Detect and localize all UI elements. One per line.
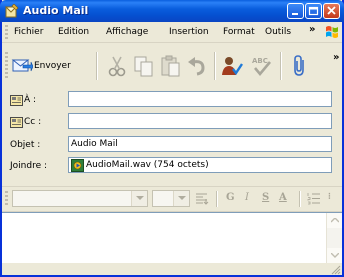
audio-file-icon [71,159,84,172]
status-bar [2,263,342,275]
subject-row: Objet : Audio Mail [2,135,342,155]
attach-icon[interactable] [288,54,312,78]
scroll-down-button[interactable] [327,248,342,263]
new-mail-icon [5,4,19,18]
toolbar-separator [280,52,282,80]
address-book-icon[interactable] [10,94,23,106]
attachment-name[interactable]: AudioMail.wav (754 octets) [86,160,209,170]
font-color-icon[interactable]: A [279,192,287,203]
send-button[interactable]: Envoyer [11,56,87,76]
underline-icon[interactable]: S [262,192,269,203]
copy-icon[interactable] [132,54,156,78]
cc-row: Cc : [2,112,342,132]
subject-field[interactable]: Audio Mail [68,136,332,152]
maximize-button[interactable] [305,3,322,19]
menu-bar: Fichier Edition Affichage Insertion Form… [2,22,342,43]
formatting-toolbar: G I S A ⁝ [2,186,342,212]
attach-field[interactable]: AudioMail.wav (754 octets) [68,157,332,173]
send-label: Envoyer [34,61,71,71]
font-size-combo[interactable] [152,190,190,207]
windows-logo-icon [326,26,338,38]
cc-field[interactable] [68,113,332,129]
spelling-icon[interactable]: ABC [250,54,274,78]
close-button[interactable] [323,3,340,19]
resize-grip-icon[interactable] [330,264,341,275]
font-size-dropdown[interactable] [173,191,189,206]
svg-text:ABC: ABC [252,57,268,65]
font-name-combo[interactable] [12,190,148,207]
address-book-icon[interactable] [10,116,23,128]
to-field[interactable] [68,91,332,107]
message-body[interactable] [2,212,342,264]
chevron-down-icon [331,253,339,258]
menu-overflow-chevron[interactable]: » [309,24,315,35]
paste-icon[interactable] [159,54,183,78]
formatting-separator [216,191,218,207]
subject-label: Objet : [10,140,41,150]
minimize-icon [292,13,298,15]
toolbar-separator [96,52,98,80]
to-label[interactable]: À : [24,95,36,105]
cc-label[interactable]: Cc : [24,117,41,127]
vertical-scrollbar[interactable] [326,213,342,263]
toolbar-grip[interactable] [5,52,8,78]
menu-insertion[interactable]: Insertion [169,27,209,37]
formatting-overflow-icon[interactable]: ⁝ [328,192,331,202]
maximize-icon [308,6,319,16]
menu-edition[interactable]: Edition [58,27,89,37]
formatting-separator [299,191,301,207]
check-names-icon[interactable] [220,54,244,78]
scroll-up-button[interactable] [327,213,342,228]
menu-affichage[interactable]: Affichage [106,27,148,37]
attach-label: Joindre : [10,161,48,171]
close-icon [327,6,336,15]
bold-icon[interactable]: G [226,192,235,203]
menu-outils[interactable]: Outils [265,27,291,37]
attach-row: Joindre : AudioMail.wav (754 octets) [2,156,342,176]
send-icon [11,59,33,72]
minimize-button[interactable] [287,3,304,19]
standard-toolbar: Envoyer ABC » [2,44,342,87]
cut-icon[interactable] [106,54,130,78]
toolbar-overflow-chevron[interactable]: » [333,52,339,63]
italic-icon[interactable]: I [245,192,249,203]
title-bar[interactable]: Audio Mail [0,0,344,22]
chevron-up-icon [331,218,339,223]
toolbar-separator [214,52,216,80]
formatting-grip[interactable] [5,191,8,207]
compose-window: Audio Mail Fichier Edition Affichage Ins… [0,0,344,277]
menu-fichier[interactable]: Fichier [14,27,43,37]
paragraph-style-icon[interactable] [195,192,209,205]
undo-icon[interactable] [185,54,209,78]
chevron-down-icon [136,196,144,200]
numbered-list-icon[interactable] [307,192,321,205]
font-name-dropdown[interactable] [131,191,147,206]
menu-format[interactable]: Format [223,27,255,37]
menubar-grip[interactable] [5,25,8,39]
window-title: Audio Mail [23,4,89,17]
to-row: À : [2,90,342,110]
chevron-down-icon [178,196,186,200]
address-pane: À : Cc : Objet : Audio Mail Joindre : Au… [2,86,342,182]
